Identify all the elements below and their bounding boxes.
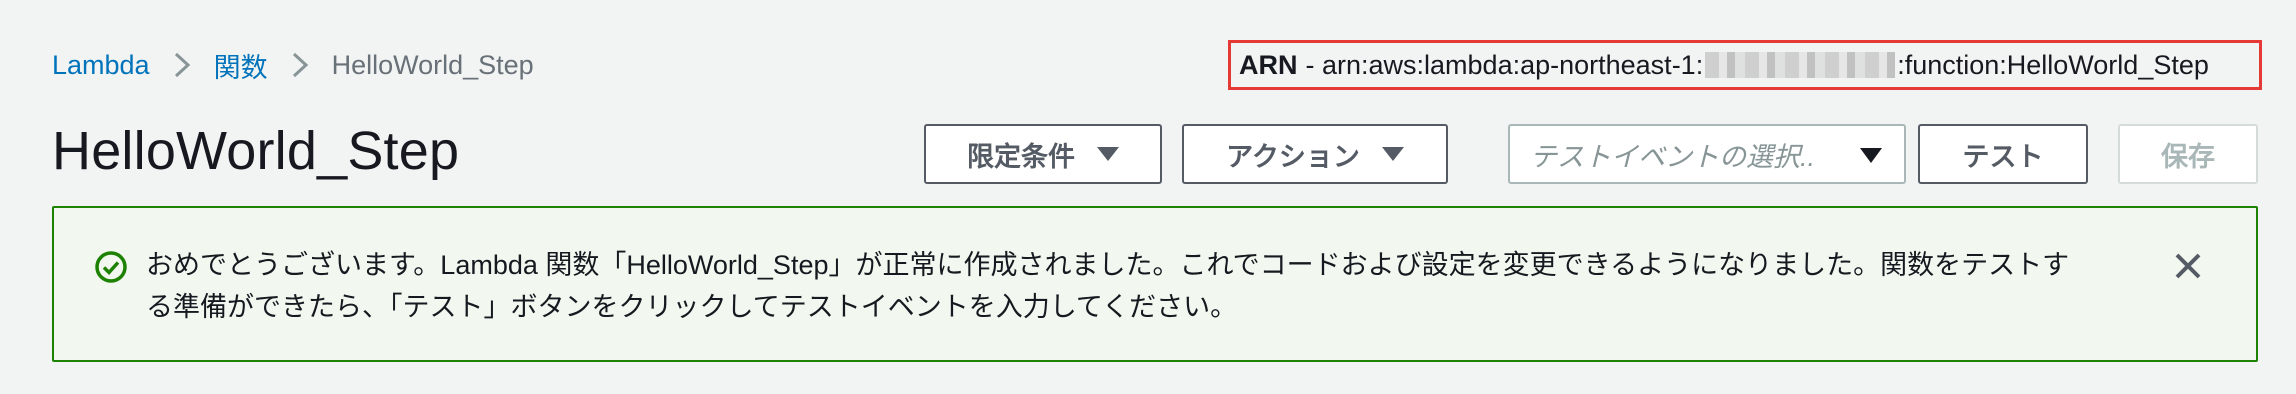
arn-prefix: - arn:aws:lambda:ap-northeast-1: [1305, 49, 1704, 80]
caret-down-icon [1097, 147, 1119, 161]
qualifiers-label: 限定条件 [967, 141, 1075, 172]
save-button[interactable]: 保存 [2118, 124, 2258, 184]
close-icon[interactable] [2172, 250, 2204, 282]
chevron-right-icon [150, 46, 214, 84]
breadcrumb-item-functions[interactable]: 関数 [214, 46, 268, 85]
arn-label: ARN [1239, 49, 1298, 80]
test-button[interactable]: テスト [1918, 124, 2088, 184]
chevron-right-icon [268, 46, 332, 84]
breadcrumb: Lambda 関数 HelloWorld_Step [52, 46, 534, 84]
qualifiers-dropdown-button[interactable]: 限定条件 [924, 124, 1162, 184]
alert-message-line1: おめでとうございます。Lambda 関数「HelloWorld_Step」が正常… [146, 250, 2070, 280]
caret-down-icon [1381, 147, 1404, 161]
save-button-label: 保存 [2161, 141, 2215, 172]
alert-message-line2: る準備ができたら、「テスト」ボタンをクリックしてテストイベントを入力してください… [146, 292, 1238, 322]
page-title: HelloWorld_Step [52, 121, 460, 181]
breadcrumb-item-lambda[interactable]: Lambda [52, 50, 150, 81]
arn-display: ARN - arn:aws:lambda:ap-northeast-1: :fu… [1228, 40, 2262, 90]
arn-suffix: :function:HelloWorld_Step [1897, 49, 2209, 80]
redacted-account-id [1705, 52, 1896, 78]
actions-dropdown-button[interactable]: アクション [1182, 124, 1448, 184]
breadcrumb-item-current: HelloWorld_Step [331, 49, 534, 80]
test-event-placeholder: テストイベントの選択.. [1530, 141, 1816, 172]
caret-down-icon [1860, 148, 1882, 163]
lambda-function-page: Lambda 関数 HelloWorld_Step ARN - arn:aws:… [0, 0, 2296, 394]
check-circle-icon [95, 251, 127, 283]
test-event-select[interactable]: テストイベントの選択.. [1508, 124, 1906, 184]
success-alert: おめでとうございます。Lambda 関数「HelloWorld_Step」が正常… [52, 206, 2258, 362]
test-button-label: テスト [1962, 141, 2044, 172]
alert-message: おめでとうございます。Lambda 関数「HelloWorld_Step」が正常… [146, 244, 2166, 328]
actions-label: アクション [1226, 141, 1360, 172]
